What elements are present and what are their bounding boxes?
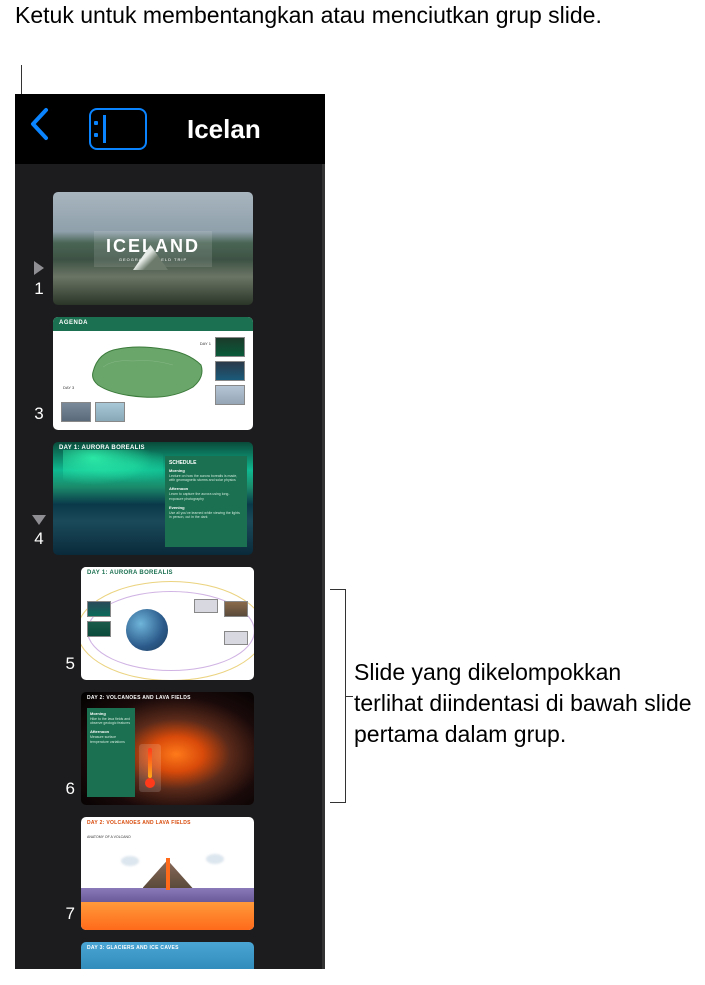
slide-item[interactable]: 6 DAY 2: VOLCANOES AND LAVA FIELDS Morni… bbox=[25, 692, 312, 805]
diagram-inset bbox=[87, 601, 111, 617]
thermometer-icon bbox=[139, 744, 161, 792]
document-title: Icelan bbox=[187, 114, 261, 145]
slide-meta: 6 bbox=[25, 779, 81, 805]
agenda-image bbox=[61, 402, 91, 422]
diagram-inset bbox=[224, 601, 248, 617]
chevron-left-icon bbox=[29, 107, 49, 141]
slide-number: 6 bbox=[66, 779, 75, 799]
slide-number: 7 bbox=[66, 904, 75, 924]
schedule-panel: SCHEDULE Morning Lecture on how the auro… bbox=[165, 456, 247, 547]
view-mode-button[interactable] bbox=[89, 108, 147, 150]
slide-meta: 3 bbox=[25, 404, 53, 430]
disclosure-triangle-expanded[interactable] bbox=[32, 515, 46, 525]
slide-number: 3 bbox=[34, 404, 43, 424]
schedule-time: Evening bbox=[169, 505, 243, 510]
slide-item[interactable]: 4 DAY 1: AURORA BOREALIS SCHEDULE Mornin… bbox=[25, 442, 312, 555]
schedule-desc: Lecture on how the aurora borealis is ma… bbox=[169, 474, 243, 482]
slide-item[interactable]: 5 DAY 1: AURORA BOREALIS bbox=[25, 567, 312, 680]
slide-number: 1 bbox=[34, 279, 43, 299]
app-window: Icelan 1 ICELAND GEOGRAPHY FIELD TRIP 3 bbox=[15, 94, 325, 969]
cloud-icon bbox=[121, 856, 139, 866]
schedule-time: Afternoon bbox=[169, 486, 243, 491]
disclosure-triangle-collapsed[interactable] bbox=[34, 261, 44, 275]
schedule-time: Afternoon bbox=[90, 729, 132, 734]
agenda-image bbox=[215, 337, 245, 357]
slide-thumbnail[interactable]: DAY 3: GLACIERS AND ICE CAVES bbox=[81, 942, 254, 969]
slide-thumbnail[interactable]: ICELAND GEOGRAPHY FIELD TRIP bbox=[53, 192, 253, 305]
diagram-label bbox=[224, 631, 248, 645]
schedule-desc: Learn to capture the aurora using long-e… bbox=[169, 492, 243, 500]
slide-meta: 1 bbox=[25, 261, 53, 305]
earth-icon bbox=[126, 609, 168, 651]
back-button[interactable] bbox=[29, 107, 49, 151]
slide-thumbnail[interactable]: DAY 1: AURORA BOREALIS SCHEDULE Morning … bbox=[53, 442, 253, 555]
slide-header: DAY 1: AURORA BOREALIS bbox=[81, 567, 254, 581]
slide-thumbnail[interactable]: DAY 1: AURORA BOREALIS bbox=[81, 567, 254, 680]
slide-meta: 5 bbox=[25, 654, 81, 680]
callout-right-text: Slide yang dikelompokkan terlihat diinde… bbox=[354, 657, 694, 750]
panel-heading: SCHEDULE bbox=[169, 460, 243, 466]
slide-subheading: ANATOMY OF A VOLCANO bbox=[87, 835, 131, 840]
schedule-desc: Use all you've learned while viewing the… bbox=[169, 511, 243, 519]
slide-thumbnail[interactable]: DAY 2: VOLCANOES AND LAVA FIELDS ANATOMY… bbox=[81, 817, 254, 930]
diagram-inset bbox=[87, 621, 111, 637]
schedule-panel: Morning Hike to the lava fields and obse… bbox=[87, 708, 135, 797]
slide-thumbnail[interactable]: DAY 2: VOLCANOES AND LAVA FIELDS Morning… bbox=[81, 692, 254, 805]
day-label: DAY 1 bbox=[200, 341, 211, 346]
slide-item[interactable]: 7 DAY 2: VOLCANOES AND LAVA FIELDS ANATO… bbox=[25, 817, 312, 930]
day-label: DAY 3 bbox=[63, 385, 74, 390]
schedule-desc: Hike to the lava fields and observe geol… bbox=[90, 717, 132, 725]
slide-number: 5 bbox=[66, 654, 75, 674]
slide-header: DAY 2: VOLCANOES AND LAVA FIELDS bbox=[81, 817, 254, 829]
toolbar: Icelan bbox=[15, 94, 325, 164]
navigator-icon bbox=[94, 117, 99, 141]
schedule-time: Morning bbox=[169, 468, 243, 473]
slide-header: AGENDA bbox=[53, 317, 253, 331]
slide-navigator[interactable]: 1 ICELAND GEOGRAPHY FIELD TRIP 3 AGENDA bbox=[15, 164, 325, 969]
cloud-icon bbox=[206, 854, 224, 864]
agenda-image bbox=[95, 402, 125, 422]
slide-header: DAY 3: GLACIERS AND ICE CAVES bbox=[81, 942, 254, 954]
slide-meta: 7 bbox=[25, 904, 81, 930]
agenda-image bbox=[215, 361, 245, 381]
slide-item[interactable]: 3 AGENDA DAY 1 DAY 3 bbox=[25, 317, 312, 430]
slide-header: DAY 1: AURORA BOREALIS bbox=[53, 442, 253, 454]
agenda-image bbox=[215, 385, 245, 405]
slide-meta: 4 bbox=[25, 515, 53, 555]
diagram-label bbox=[194, 599, 218, 613]
iceland-map-graphic bbox=[83, 337, 213, 407]
schedule-desc: Measure surface temperature variations bbox=[90, 735, 132, 743]
volcano-diagram bbox=[81, 852, 254, 930]
callout-top-text: Ketuk untuk membentangkan atau menciutka… bbox=[15, 0, 602, 31]
slide-thumbnail[interactable]: AGENDA DAY 1 DAY 3 bbox=[53, 317, 253, 430]
schedule-time: Morning bbox=[90, 711, 132, 716]
aurora-diagram bbox=[81, 581, 254, 680]
slide-number: 4 bbox=[34, 529, 43, 549]
callout-bracket bbox=[330, 589, 346, 803]
slide-header: DAY 2: VOLCANOES AND LAVA FIELDS bbox=[81, 692, 254, 704]
slide-item[interactable]: 1 ICELAND GEOGRAPHY FIELD TRIP bbox=[25, 192, 312, 305]
slide-item[interactable]: DAY 3: GLACIERS AND ICE CAVES bbox=[25, 942, 312, 969]
